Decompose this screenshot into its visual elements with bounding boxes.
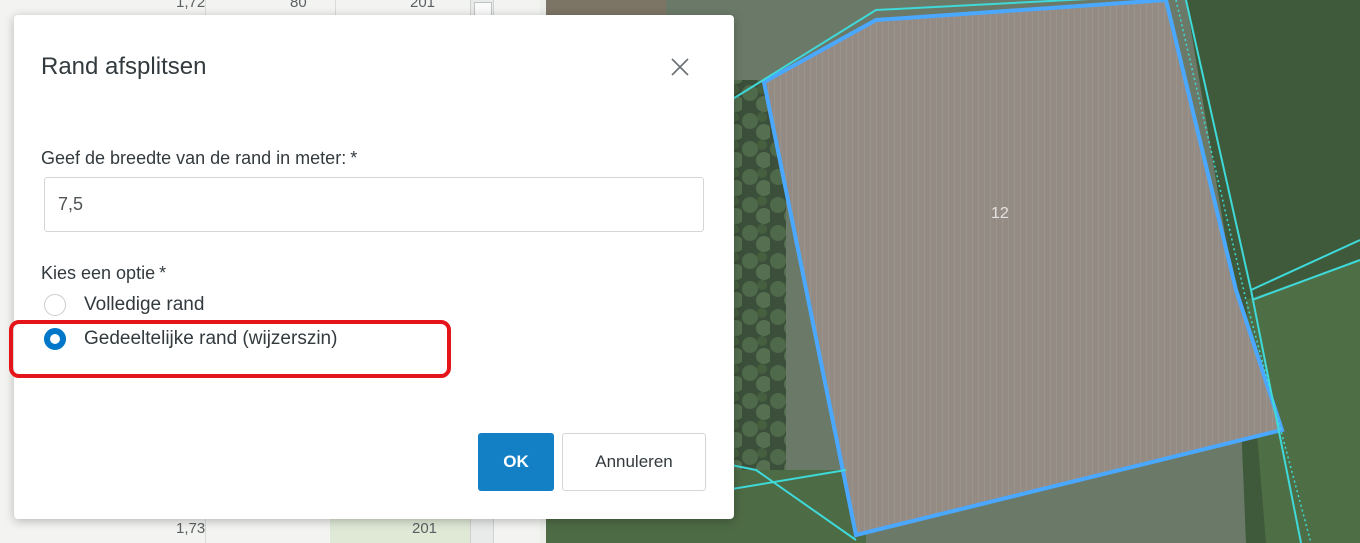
width-label-text: Geef de breedte van de rand in meter: <box>41 148 347 168</box>
required-marker: * <box>159 263 167 283</box>
width-field-label: Geef de breedte van de rand in meter: * <box>41 148 357 169</box>
close-icon <box>671 58 689 76</box>
radio-option-full-edge[interactable]: Volledige rand <box>44 294 204 316</box>
ok-button[interactable]: OK <box>478 433 554 491</box>
split-edge-dialog: Rand afsplitsen Geef de breedte van de r… <box>14 15 734 519</box>
annotation-highlight <box>9 320 451 378</box>
table-cell: 201 <box>410 0 436 11</box>
option-label-text: Kies een optie <box>41 263 156 283</box>
radio-button-unchecked[interactable] <box>44 294 66 316</box>
dialog-title: Rand afsplitsen <box>41 53 207 80</box>
close-button[interactable] <box>666 53 694 81</box>
option-group-label: Kies een optie * <box>41 263 166 284</box>
table-cell: 1,73 <box>176 520 206 537</box>
required-marker: * <box>350 148 358 168</box>
table-cell: 201 <box>412 520 438 537</box>
radio-label: Volledige rand <box>84 294 205 315</box>
table-cell: 1,72 <box>176 0 206 11</box>
parcel-number-label: 12 <box>991 205 1009 222</box>
cancel-button[interactable]: Annuleren <box>562 433 706 491</box>
table-cell: 80 <box>290 0 307 11</box>
width-input[interactable] <box>44 177 704 232</box>
